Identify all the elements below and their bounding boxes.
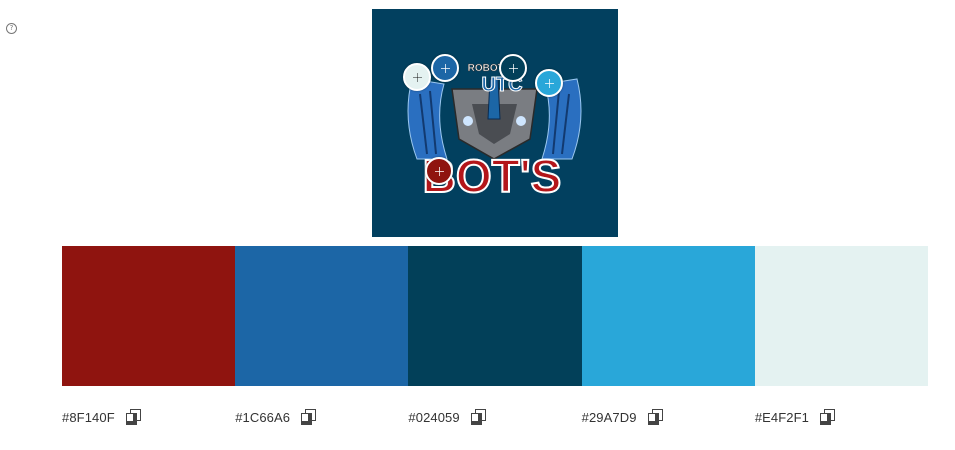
- color-picker-handle[interactable]: [403, 63, 431, 91]
- copy-icon[interactable]: [125, 409, 142, 425]
- copy-icon[interactable]: [470, 409, 487, 425]
- swatch[interactable]: [581, 246, 755, 386]
- copy-icon[interactable]: [820, 409, 836, 425]
- robotics-logo: ROBOTICS UTC BOT'S: [407, 63, 582, 203]
- color-picker-handle[interactable]: [431, 54, 459, 82]
- color-picker-handle[interactable]: [535, 69, 563, 97]
- hex-label-cell: #E4F2F1: [755, 405, 928, 429]
- copy-icon[interactable]: [301, 409, 317, 425]
- hex-code[interactable]: #E4F2F1: [755, 410, 809, 425]
- swatch[interactable]: [235, 246, 409, 386]
- copy-icon[interactable]: [647, 409, 664, 425]
- hex-label-cell: #1C66A6: [235, 405, 408, 429]
- color-picker-handle[interactable]: [499, 54, 527, 82]
- hex-code[interactable]: #1C66A6: [235, 410, 290, 425]
- source-image: ROBOTICS UTC BOT'S: [372, 9, 618, 237]
- hex-label-cell: #8F140F: [62, 405, 235, 429]
- swatch[interactable]: [408, 246, 582, 386]
- swatch[interactable]: [754, 246, 929, 386]
- hex-label-cell: #024059: [408, 405, 581, 429]
- hex-code[interactable]: #29A7D9: [582, 410, 637, 425]
- hex-code[interactable]: #024059: [408, 410, 459, 425]
- hex-labels: #8F140F #1C66A6 #024059 #29A7D9 #E4F2F1: [62, 405, 928, 429]
- hex-label-cell: #29A7D9: [582, 405, 755, 429]
- hex-code[interactable]: #8F140F: [62, 410, 115, 425]
- color-picker-handle[interactable]: [425, 157, 453, 185]
- palette-swatches: [62, 246, 929, 386]
- help-icon[interactable]: ?: [6, 23, 17, 34]
- swatch[interactable]: [62, 246, 236, 386]
